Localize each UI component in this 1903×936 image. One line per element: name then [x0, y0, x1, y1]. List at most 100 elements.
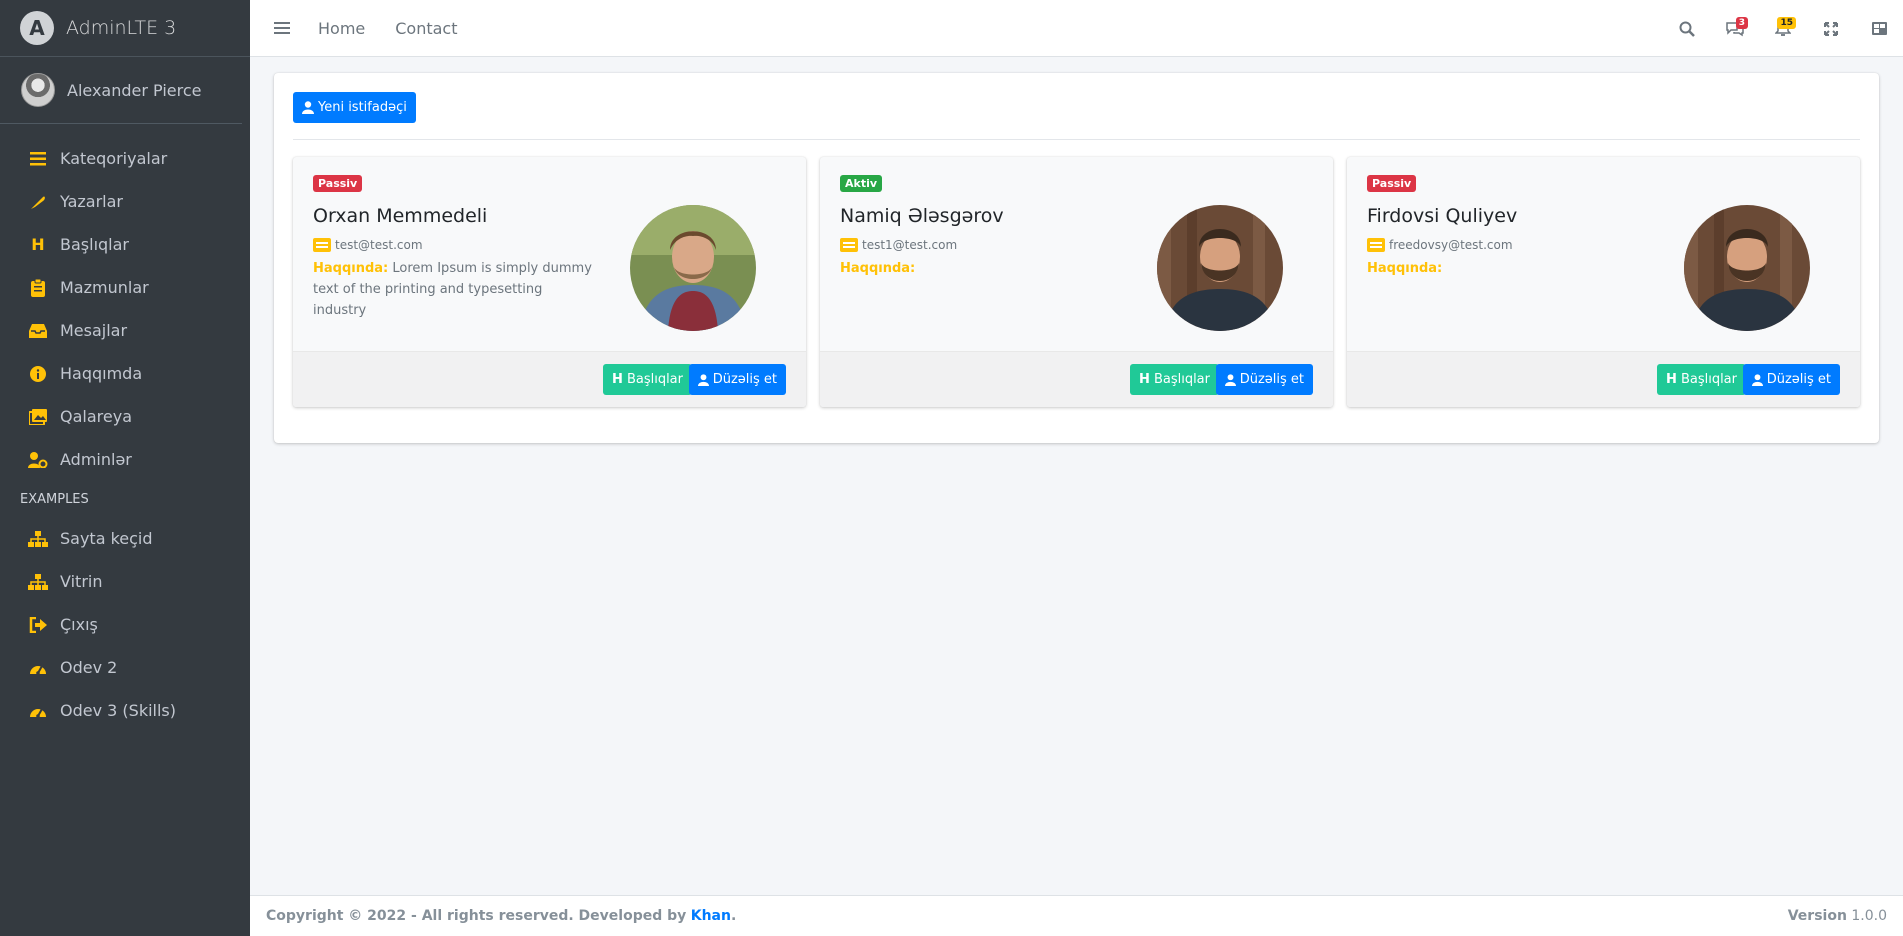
user-card-email-row: freedovsy@test.com	[1367, 238, 1513, 252]
user-card: Aktiv Namiq Ələsgərov test1@test.com Haq…	[820, 157, 1333, 407]
sidebar-item-cixis[interactable]: Çıxış	[0, 603, 250, 646]
nav-link-contact[interactable]: Contact	[395, 19, 457, 38]
user-photo	[1684, 205, 1810, 331]
heading-icon: H	[1139, 372, 1150, 387]
user-card-about: Haqqında:	[1367, 258, 1647, 279]
user-photo	[630, 205, 756, 331]
sidebar-item-odev-3[interactable]: Odev 3 (Skills)	[0, 689, 250, 732]
page-footer: Copyright © 2022 - All rights reserved. …	[250, 895, 1903, 936]
sidebar-item-vitrin[interactable]: Vitrin	[0, 560, 250, 603]
user-card-footer: H Başlıqlar Düzəliş et	[1347, 351, 1860, 407]
user-card-email-row: test@test.com	[313, 238, 423, 252]
brand-link[interactable]: A AdminLTE 3	[0, 0, 250, 57]
images-icon	[28, 407, 48, 427]
about-label: Haqqında:	[840, 261, 916, 276]
user-card-email: freedovsy@test.com	[1389, 238, 1513, 252]
sidebar-item-label: Mazmunlar	[60, 278, 149, 297]
sidebar-item-yazarlar[interactable]: Yazarlar	[0, 180, 250, 223]
sidebar-item-label: Sayta keçid	[60, 529, 153, 548]
edit-button[interactable]: Düzəliş et	[1215, 364, 1313, 395]
headings-button[interactable]: H Başlıqlar	[1657, 364, 1746, 395]
edit-button[interactable]: Düzəliş et	[1742, 364, 1840, 395]
sidebar-item-basliqlar[interactable]: H Başlıqlar	[0, 223, 250, 266]
headings-button[interactable]: H Başlıqlar	[1130, 364, 1219, 395]
sidebar-item-label: Başlıqlar	[60, 235, 129, 254]
nav-link-home[interactable]: Home	[318, 19, 365, 38]
user-name[interactable]: Alexander Pierce	[67, 81, 201, 100]
sidebar-item-odev-2[interactable]: Odev 2	[0, 646, 250, 689]
clipboard-icon	[28, 278, 48, 298]
user-icon	[697, 373, 709, 386]
new-user-button[interactable]: Yeni istifadəçi	[293, 92, 416, 123]
sidebar-item-label: Odev 2	[60, 658, 118, 677]
sidebar-item-label: Adminlər	[60, 450, 132, 469]
status-badge: Passiv	[1367, 175, 1417, 192]
user-card-email: test@test.com	[335, 238, 423, 252]
control-sidebar-icon[interactable]	[1855, 0, 1903, 57]
version: Version 1.0.0	[1788, 908, 1887, 924]
sidebar-item-sayta-kecid[interactable]: Sayta keçid	[0, 517, 250, 560]
edit-button-label: Düzəliş et	[1766, 372, 1831, 387]
user-cog-icon	[28, 450, 48, 470]
sidebar-item-label: Haqqımda	[60, 364, 143, 383]
messages-badge: 3	[1735, 17, 1748, 29]
sidebar-item-mazmunlar[interactable]: Mazmunlar	[0, 266, 250, 309]
user-card-footer: H Başlıqlar Düzəliş et	[820, 351, 1333, 407]
status-badge: Aktiv	[840, 175, 883, 192]
sidebar-item-kateqoriyalar[interactable]: Kateqoriyalar	[0, 137, 250, 180]
search-icon[interactable]	[1663, 0, 1711, 57]
headings-button-label: Başlıqlar	[626, 372, 683, 387]
sidebar-item-label: Vitrin	[60, 572, 103, 591]
copyright: Copyright © 2022 - All rights reserved. …	[266, 908, 736, 924]
headings-button-label: Başlıqlar	[1153, 372, 1210, 387]
headings-button[interactable]: H Başlıqlar	[603, 364, 692, 395]
user-card-name: Namiq Ələsgərov	[840, 205, 1004, 227]
messages-icon[interactable]: 3	[1711, 0, 1759, 57]
edit-button-label: Düzəliş et	[1239, 372, 1304, 387]
user-photo	[1157, 205, 1283, 331]
sitemap-icon	[28, 572, 48, 592]
sidebar-item-label: Kateqoriyalar	[60, 149, 168, 168]
version-label: Version	[1787, 908, 1847, 924]
copyright-period: .	[730, 908, 737, 924]
mail-icon	[313, 238, 331, 252]
user-card-name: Orxan Memmedeli	[313, 205, 488, 227]
sidebar-item-qalareya[interactable]: Qalareya	[0, 395, 250, 438]
user-icon	[1224, 373, 1236, 386]
user-card-name: Firdovsi Quliyev	[1367, 205, 1518, 227]
sign-out-icon	[28, 615, 48, 635]
sidebar-item-mesajlar[interactable]: Mesajlar	[0, 309, 250, 352]
mail-icon	[840, 238, 858, 252]
divider	[293, 139, 1860, 140]
sidebar-item-label: Qalareya	[60, 407, 132, 426]
user-card-about: Haqqında: Lorem Ipsum is simply dummy te…	[313, 258, 593, 321]
sidebar-item-label: Mesajlar	[60, 321, 128, 340]
sidebar-item-adminler[interactable]: Adminlər	[0, 438, 250, 481]
heading-icon: H	[31, 235, 45, 254]
brand-logo-icon: A	[20, 11, 54, 45]
sidebar-header-examples: EXAMPLES	[20, 491, 89, 507]
menu-toggle-icon[interactable]	[274, 19, 290, 37]
top-navbar: Home Contact 3 15	[250, 0, 1903, 57]
sitemap-icon	[28, 529, 48, 549]
author-link[interactable]: Khan	[691, 908, 731, 924]
user-card-about: Haqqında:	[840, 258, 1120, 279]
user-icon	[1751, 373, 1763, 386]
tachometer-icon	[28, 701, 48, 721]
sidebar-item-haqqimda[interactable]: Haqqımda	[0, 352, 250, 395]
user-card: Passiv Orxan Memmedeli test@test.com Haq…	[293, 157, 806, 407]
about-label: Haqqında:	[313, 261, 389, 276]
users-card: Yeni istifadəçi Passiv Orxan Memmedeli t…	[274, 73, 1879, 443]
copyright-text: Copyright © 2022 - All rights reserved. …	[266, 908, 687, 924]
sidebar-item-label: Çıxış	[60, 615, 98, 634]
sidebar-item-label: Odev 3 (Skills)	[60, 701, 176, 720]
edit-button[interactable]: Düzəliş et	[688, 364, 786, 395]
user-card-email-row: test1@test.com	[840, 238, 957, 252]
user-card-email: test1@test.com	[862, 238, 958, 252]
notifications-badge: 15	[1777, 17, 1796, 29]
user-panel[interactable]: Alexander Pierce	[0, 57, 242, 124]
list-icon	[28, 149, 48, 169]
notifications-icon[interactable]: 15	[1759, 0, 1807, 57]
fullscreen-icon[interactable]	[1807, 0, 1855, 57]
avatar	[21, 73, 55, 107]
